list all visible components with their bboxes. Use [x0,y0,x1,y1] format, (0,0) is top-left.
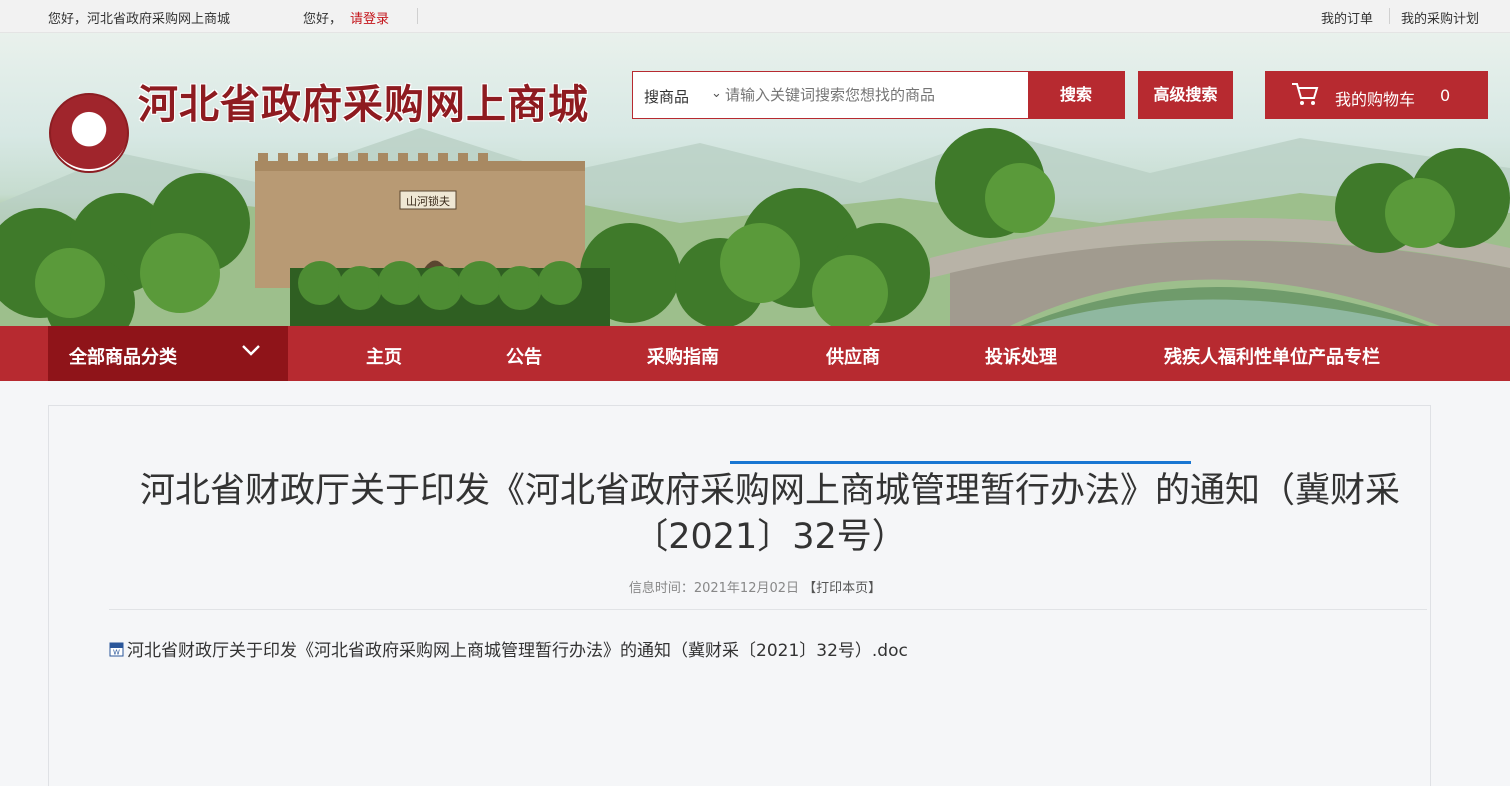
login-link[interactable]: 请登录 [350,8,389,27]
wall-plaque-text: 山河锁夫 [406,194,450,208]
article-title: 河北省财政厅关于印发《河北省政府采购网上商城管理暂行办法》的通知（冀财采〔202… [139,471,1400,557]
nav-item-disability-products[interactable]: 残疾人福利性单位产品专栏 [1164,343,1380,369]
search-button[interactable]: 搜索 [1028,72,1124,118]
nav-item-announcements[interactable]: 公告 [506,343,542,369]
search-bar: 搜商品 ⌄ 搜索 [632,71,1125,119]
nav-item-suppliers[interactable]: 供应商 [826,343,880,369]
print-link[interactable]: 【打印本页】 [803,581,881,596]
cart-button[interactable]: 我的购物车 0 [1265,71,1488,119]
all-categories-menu[interactable]: 全部商品分类 [48,326,288,381]
attachment-link[interactable]: W 河北省财政厅关于印发《河北省政府采购网上商城管理暂行办法》的通知（冀财采〔2… [109,636,908,661]
chevron-down-icon[interactable]: ⌄ [711,86,722,101]
cart-label: 我的购物车 [1335,90,1416,109]
cart-icon [1292,83,1319,105]
meta-label: 信息时间： [628,581,694,596]
top-bar: 您好，河北省政府采购网上商城 您好， 请登录 我的订单 我的采购计划 [0,0,1510,33]
welcome-text: 您好，河北省政府采购网上商城 [48,12,231,27]
site-name-logo[interactable]: 河北省政府采购网上商城 [138,72,589,130]
article-meta: 信息时间：2021年12月02日 【打印本页】 [0,577,1510,596]
nav-item-guide[interactable]: 采购指南 [647,343,719,369]
my-plan-link[interactable]: 我的采购计划 [1401,8,1479,27]
greeting-text: 您好， [303,12,343,27]
search-category-select[interactable]: 搜商品 [644,86,689,107]
title-accent-line [730,461,1191,464]
advanced-search-button[interactable]: 高级搜索 [1138,71,1233,119]
site-logo-emblem[interactable] [49,93,129,173]
divider [1389,8,1390,24]
search-input[interactable] [725,80,1025,110]
svg-text:W: W [113,649,120,657]
article-date: 2021年12月02日 [693,581,800,596]
cart-count: 0 [1440,86,1451,105]
word-doc-icon: W [109,642,124,657]
attachment-filename: 河北省财政厅关于印发《河北省政府采购网上商城管理暂行办法》的通知（冀财采〔202… [127,641,908,661]
nav-item-home[interactable]: 主页 [366,343,402,369]
nav-item-complaints[interactable]: 投诉处理 [985,343,1057,369]
divider [417,8,418,24]
divider [109,609,1427,610]
chevron-down-icon [242,345,260,356]
my-orders-link[interactable]: 我的订单 [1321,8,1373,27]
all-categories-label: 全部商品分类 [69,347,177,368]
main-nav: 全部商品分类 主页 公告 采购指南 供应商 投诉处理 残疾人福利性单位产品专栏 [0,326,1510,381]
